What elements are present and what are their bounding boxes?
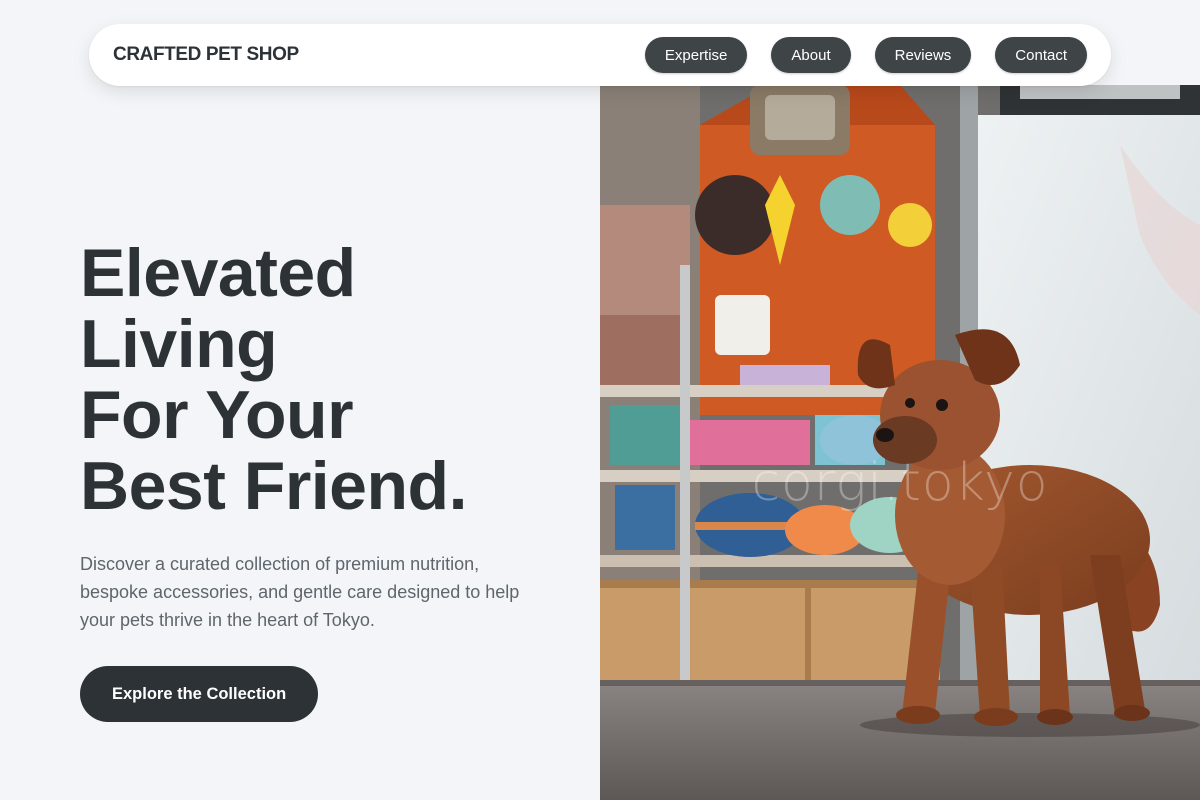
top-navigation: CRAFTED PET SHOP Expertise About Reviews… [89,24,1111,86]
nav-link-contact[interactable]: Contact [995,37,1087,73]
hero-description: Discover a curated collection of premium… [80,554,520,630]
hero-title-line: Best Friend. [80,448,467,524]
hero-title-line: Living [80,306,278,382]
photo-watermark: corgi.tokyo [751,453,1049,513]
explore-collection-button[interactable]: Explore the Collection [80,666,319,722]
hero-photo: corgi.tokyo [600,85,1200,800]
nav-link-expertise[interactable]: Expertise [644,37,748,73]
brand-logo[interactable]: CRAFTED PET SHOP [113,44,645,66]
nav-link-reviews[interactable]: Reviews [874,37,972,73]
hero-title: Elevated Living For Your Best Friend. [80,238,580,522]
nav-links: Expertise About Reviews Contact [644,37,1087,73]
hero-title-line: Elevated [80,235,356,311]
pet-shop-dog-illustration [600,85,1200,800]
hero-title-line: For Your [80,377,354,453]
nav-link-about[interactable]: About [771,37,851,73]
